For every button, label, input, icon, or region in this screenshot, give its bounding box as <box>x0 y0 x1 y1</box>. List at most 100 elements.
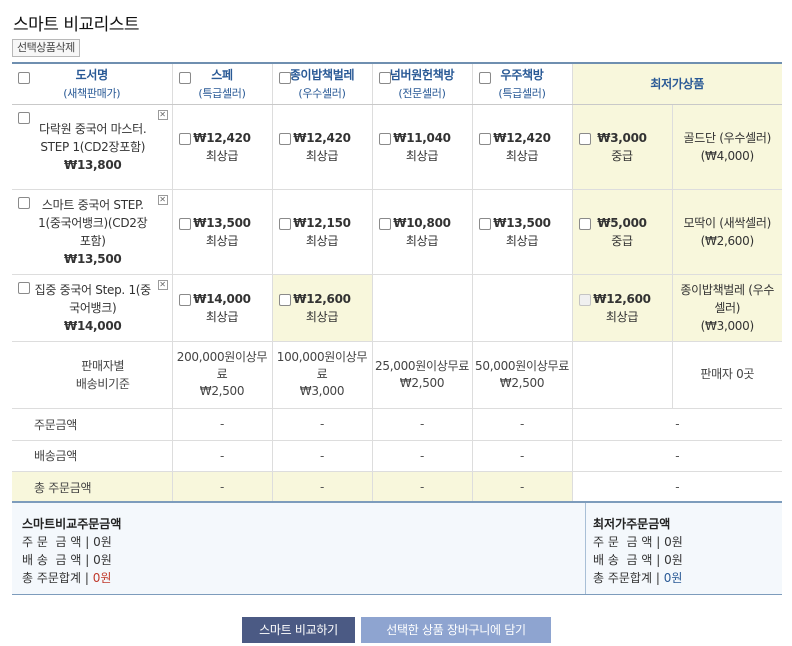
lowest-total: 총 주문합계 | 0원 <box>593 569 782 587</box>
shipping-amount-lowest: - <box>571 440 783 472</box>
header-seller-3: 넘버원헌책방 (전문셀러) <box>372 62 473 105</box>
lowest-seller-shipping: (₩4,000) <box>700 148 754 163</box>
shipping-cell: 100,000원이상무료 ₩3,000 <box>272 341 373 409</box>
lowest-offer-cell: ₩3,000 중급 <box>571 104 673 190</box>
header-book-name: 도서명 <box>75 68 109 83</box>
offer-grade: 최상급 <box>405 233 439 248</box>
offer-cell: ₩12,420 최상급 <box>472 104 573 190</box>
page-title: 스마트 비교리스트 <box>13 15 140 35</box>
smart-total-value: 0원 <box>92 571 112 585</box>
table-row: ✕ 집중 중국어 Step. 1(중국어뱅크) ₩14,000 ₩14,000 최… <box>12 274 783 342</box>
header-lowest: 최저가상품 <box>571 62 783 105</box>
shipping-cell: 25,000원이상무료 ₩2,500 <box>372 341 473 409</box>
lowest-total-label: 총 주문합계 | <box>593 571 664 585</box>
header-book-sub: (새책판매가) <box>63 87 121 101</box>
header-seller-2: 종이밥책벌레 (우수셀러) <box>272 62 373 105</box>
offer-checkbox[interactable] <box>178 293 191 306</box>
seller-2-grade: (우수셀러) <box>298 87 346 101</box>
book-title[interactable]: 스마트 중국어 STEP. 1(중국어뱅크)(CD2장포함) <box>34 196 152 250</box>
lowest-summary: 최저가주문금액 주 문 금 액 | 0원 배 송 금 액 | 0원 총 주문합계… <box>585 503 782 594</box>
lowest-offer-checkbox[interactable] <box>578 132 591 145</box>
delete-selected-button[interactable]: 선택상품삭제 <box>12 39 80 57</box>
shipping-cell: 50,000원이상무료 ₩2,500 <box>472 341 573 409</box>
shipping-rule: 25,000원이상무료 <box>375 358 469 373</box>
table-row: ✕ 다락원 중국어 마스터. STEP 1(CD2장포함) ₩13,800 ₩1… <box>12 104 783 190</box>
lowest-seller-cell: 종이밥책벌레 (우수셀러) (₩3,000) <box>672 274 783 342</box>
book-checkbox[interactable] <box>18 111 30 124</box>
shipping-label-line1: 판매자별 <box>81 358 125 373</box>
shipping-amount-value: - <box>372 440 473 472</box>
order-amount-value: - <box>372 408 473 441</box>
offer-checkbox[interactable] <box>478 132 491 145</box>
shipping-amount-value: - <box>172 440 273 472</box>
lowest-seller-name[interactable]: 모딱이 (새싹셀러) <box>673 214 783 232</box>
order-amount-row: 주문금액 - - - - - <box>12 408 783 441</box>
offer-grade: 최상급 <box>505 233 539 248</box>
book-checkbox[interactable] <box>18 196 30 209</box>
offer-checkbox[interactable] <box>478 217 491 230</box>
smart-compare-button[interactable]: 스마트 비교하기 <box>242 617 355 643</box>
offer-checkbox[interactable] <box>378 217 391 230</box>
smart-order-amount: 주 문 금 액 | 0원 <box>22 535 112 549</box>
order-amount-value: - <box>172 408 273 441</box>
seller-4-checkbox[interactable] <box>478 72 491 84</box>
shipping-fee: ₩2,500 <box>399 375 445 390</box>
smart-shipping-amount: 배 송 금 액 | 0원 <box>22 553 112 567</box>
offer-cell: ₩13,500 최상급 <box>172 189 273 275</box>
total-amount-row: 총 주문금액 - - - - - <box>12 471 783 504</box>
shipping-amount-value: - <box>472 440 573 472</box>
offer-checkbox[interactable] <box>278 217 291 230</box>
shipping-amount-label: 배송금액 <box>12 440 173 472</box>
order-amount-label: 주문금액 <box>12 408 173 441</box>
lowest-offer-checkbox <box>578 293 591 306</box>
offer-cell: ₩12,420 최상급 <box>272 104 373 190</box>
smart-total-label: 총 주문합계 | <box>22 571 93 585</box>
order-amount-lowest: - <box>571 408 783 441</box>
offer-cell: ₩12,150 최상급 <box>272 189 373 275</box>
header-seller-4: 우주책방 (특급셀러) <box>472 62 573 105</box>
offer-cell-lowest: ₩12,600 최상급 <box>272 274 373 342</box>
seller-3-checkbox[interactable] <box>378 72 391 84</box>
table-row: ✕ 스마트 중국어 STEP. 1(중국어뱅크)(CD2장포함) ₩13,500… <box>12 189 783 275</box>
offer-cell: ₩14,000 최상급 <box>172 274 273 342</box>
book-title[interactable]: 다락원 중국어 마스터. STEP 1(CD2장포함) <box>34 120 152 156</box>
seller-4-grade: (특급셀러) <box>498 87 546 101</box>
offer-checkbox[interactable] <box>278 132 291 145</box>
header-book: 도서명 (새책판매가) <box>12 62 173 105</box>
offer-grade: 최상급 <box>305 148 339 163</box>
offer-checkbox[interactable] <box>178 132 191 145</box>
shipping-label-line2: 배송비기준 <box>75 376 130 391</box>
lowest-shipping-amount: 배 송 금 액 | 0원 <box>593 553 683 567</box>
shipping-amount-value: - <box>272 440 373 472</box>
offer-checkbox[interactable] <box>178 217 191 230</box>
book-title[interactable]: 집중 중국어 Step. 1(중국어뱅크) <box>34 281 152 317</box>
book-cell: ✕ 집중 중국어 Step. 1(중국어뱅크) ₩14,000 <box>12 274 173 342</box>
order-amount-value: - <box>272 408 373 441</box>
remove-icon[interactable]: ✕ <box>157 279 168 290</box>
seller-2-checkbox[interactable] <box>278 72 291 84</box>
order-summary: 스마트비교주문금액 주 문 금 액 | 0원 배 송 금 액 | 0원 총 주문… <box>12 501 782 595</box>
offer-grade: 최상급 <box>305 233 339 248</box>
shipping-rule: 100,000원이상무료 <box>276 350 368 381</box>
offer-grade: 최상급 <box>205 309 239 324</box>
offer-checkbox[interactable] <box>278 293 291 306</box>
add-to-cart-button[interactable]: 선택한 상품 장바구니에 담기 <box>361 617 551 643</box>
book-checkbox[interactable] <box>18 281 30 294</box>
comparison-table: 도서명 (새책판매가) 스페 (특급셀러) 종이밥책벌레 (우수셀러) 넘버원헌… <box>12 62 783 504</box>
remove-icon[interactable]: ✕ <box>157 109 168 120</box>
book-cell: ✕ 다락원 중국어 마스터. STEP 1(CD2장포함) ₩13,800 <box>12 104 173 190</box>
seller-1-grade: (특급셀러) <box>198 87 246 101</box>
lowest-seller-name[interactable]: 종이밥책벌레 (우수셀러) <box>673 281 783 317</box>
shipping-cell: 200,000원이상무료 ₩2,500 <box>172 341 273 409</box>
shipping-fee: ₩3,000 <box>299 384 345 398</box>
shipping-rule: 200,000원이상무료 <box>176 350 268 381</box>
select-all-checkbox[interactable] <box>18 72 30 84</box>
seller-1-checkbox[interactable] <box>178 72 191 84</box>
lowest-seller-name[interactable]: 골드단 (우수셀러) <box>673 129 783 147</box>
shipping-cell-empty <box>571 341 673 409</box>
offer-checkbox[interactable] <box>378 132 391 145</box>
offer-cell: ₩13,500 최상급 <box>472 189 573 275</box>
remove-icon[interactable]: ✕ <box>157 194 168 205</box>
total-amount-value: - <box>272 471 373 504</box>
lowest-offer-checkbox[interactable] <box>578 217 591 230</box>
